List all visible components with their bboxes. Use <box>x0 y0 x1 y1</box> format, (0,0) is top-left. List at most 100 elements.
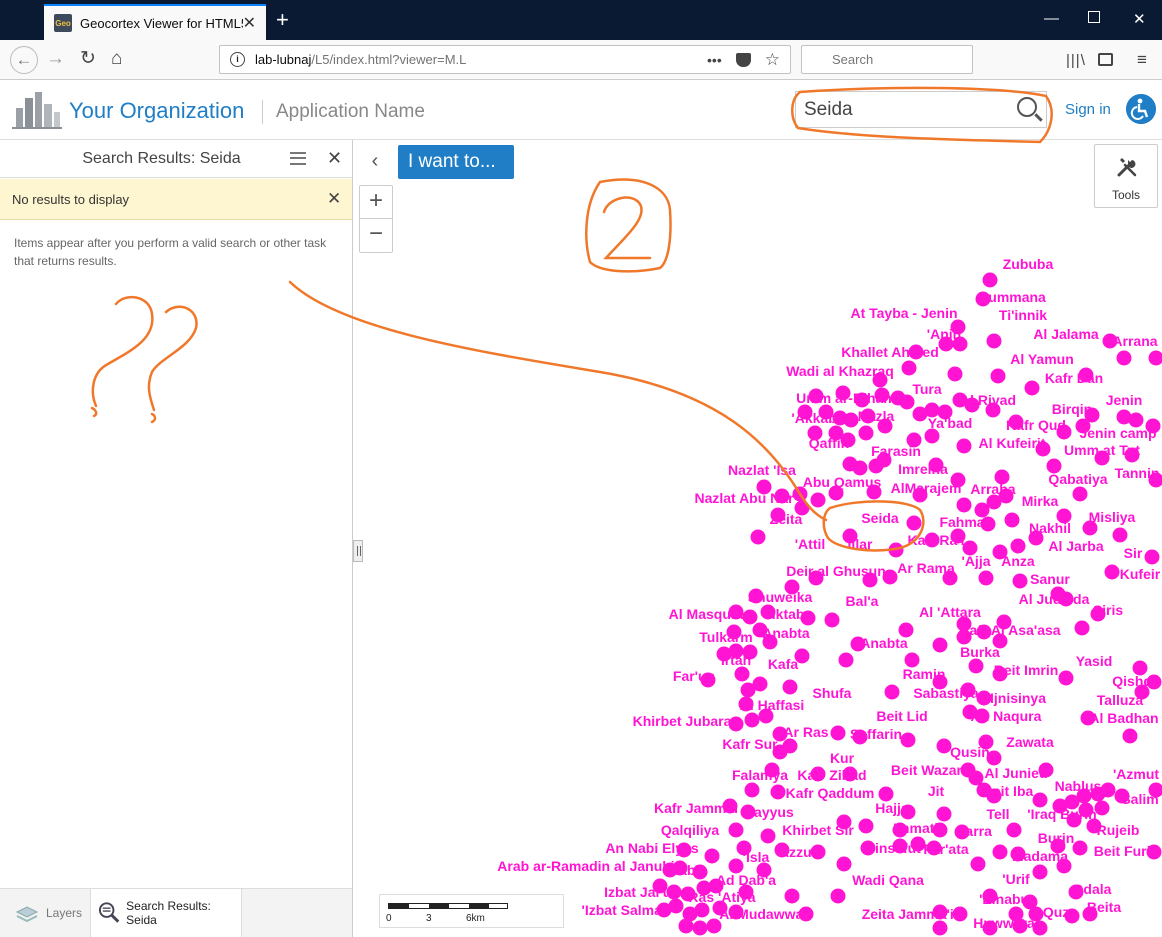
tools-button[interactable]: Tools <box>1094 144 1158 208</box>
place-point-marker[interactable] <box>692 920 708 936</box>
place-point-marker[interactable] <box>830 888 846 904</box>
new-tab-icon[interactable]: + <box>276 8 289 32</box>
close-window-icon[interactable]: ✕ <box>1133 10 1146 28</box>
place-point-marker[interactable] <box>901 360 917 376</box>
place-point-marker[interactable] <box>782 679 798 695</box>
place-point-marker[interactable] <box>678 918 694 934</box>
forward-icon[interactable]: → <box>46 48 65 70</box>
map-view[interactable]: ‹ I want to... + − Tools Zububa Rummana At… <box>353 140 1162 937</box>
place-point-marker[interactable] <box>838 652 854 668</box>
place-point-marker[interactable] <box>1112 527 1128 543</box>
place-point-marker[interactable] <box>956 438 972 454</box>
place-point-marker[interactable] <box>1100 782 1116 798</box>
back-icon[interactable]: ← <box>10 46 38 74</box>
close-tab-icon[interactable]: ✕ <box>243 13 256 33</box>
tab-layers[interactable]: Layers <box>14 889 82 937</box>
maximize-window-icon[interactable] <box>1088 11 1100 23</box>
place-point-marker[interactable] <box>784 888 800 904</box>
place-point-marker[interactable] <box>742 609 758 625</box>
place-point-marker[interactable] <box>734 666 750 682</box>
place-point-marker[interactable] <box>1122 728 1138 744</box>
i-want-to-button[interactable]: I want to... <box>398 145 514 179</box>
collapse-panel-chevron-left-icon[interactable]: ‹ <box>361 148 389 176</box>
place-point-marker[interactable] <box>744 782 760 798</box>
place-point-marker[interactable] <box>888 542 904 558</box>
zoom-out-button[interactable]: − <box>360 219 392 252</box>
place-point-marker[interactable] <box>836 856 852 872</box>
place-point-marker[interactable] <box>1012 573 1028 589</box>
place-point-marker[interactable] <box>750 529 766 545</box>
place-point-marker[interactable] <box>906 515 922 531</box>
place-point-marker[interactable] <box>810 492 826 508</box>
place-point-marker[interactable] <box>1004 512 1020 528</box>
search-icon[interactable] <box>1017 97 1037 117</box>
close-panel-icon[interactable]: ✕ <box>327 148 342 169</box>
place-point-marker[interactable] <box>990 368 1006 384</box>
place-point-marker[interactable] <box>770 784 786 800</box>
minimize-window-icon[interactable]: — <box>1044 10 1059 27</box>
place-point-marker[interactable] <box>900 732 916 748</box>
place-point-marker[interactable] <box>1032 920 1048 936</box>
sidebar-icon[interactable] <box>1098 53 1113 66</box>
place-point-marker[interactable] <box>1072 486 1088 502</box>
reload-icon[interactable]: ↻ <box>80 48 96 70</box>
url-bar[interactable]: i lab-lubnaj/L5/index.html?viewer=M.L ••… <box>219 45 791 74</box>
browser-search-input[interactable] <box>801 45 973 74</box>
place-point-marker[interactable] <box>1010 538 1026 554</box>
place-point-marker[interactable] <box>1032 864 1048 880</box>
library-icon[interactable]: |||\ <box>1066 50 1086 72</box>
place-point-marker[interactable] <box>744 712 760 728</box>
zoom-in-button[interactable]: + <box>360 186 392 219</box>
place-point-marker[interactable] <box>760 828 776 844</box>
sign-in-link[interactable]: Sign in <box>1065 101 1111 118</box>
place-point-marker[interactable] <box>782 738 798 754</box>
place-point-marker[interactable] <box>668 898 684 914</box>
place-point-marker[interactable] <box>932 637 948 653</box>
tab-search-results[interactable]: Search Results: Seida <box>90 889 242 937</box>
place-point-marker[interactable] <box>932 920 948 936</box>
place-label: Hajja <box>875 800 909 816</box>
panel-resize-handle[interactable] <box>353 540 363 562</box>
home-icon[interactable]: ⌂ <box>111 48 122 70</box>
place-point-marker[interactable] <box>1094 800 1110 816</box>
place-point-marker[interactable] <box>992 844 1008 860</box>
place-point-marker[interactable] <box>1074 620 1090 636</box>
place-point-marker[interactable] <box>728 822 744 838</box>
place-point-marker[interactable] <box>884 684 900 700</box>
place-point-marker[interactable] <box>1148 350 1162 366</box>
place-point-marker[interactable] <box>1058 670 1074 686</box>
place-point-marker[interactable] <box>982 272 998 288</box>
place-point-marker[interactable] <box>970 856 986 872</box>
place-point-marker[interactable] <box>830 725 846 741</box>
place-point-marker[interactable] <box>858 818 874 834</box>
app-search-input[interactable] <box>795 91 1047 128</box>
browser-tab-active[interactable]: Geo Geocortex Viewer for HTML5 ✕ <box>44 4 266 40</box>
place-point-marker[interactable] <box>824 612 840 628</box>
place-point-marker[interactable] <box>1072 840 1088 856</box>
hamburger-menu-icon[interactable]: ≡ <box>1137 49 1147 71</box>
place-point-marker[interactable] <box>1024 380 1040 396</box>
place-point-marker[interactable] <box>1104 564 1120 580</box>
more-actions-icon[interactable]: ••• <box>707 52 722 68</box>
pocket-icon[interactable] <box>735 52 751 67</box>
place-point-marker[interactable] <box>752 676 768 692</box>
page-info-icon[interactable]: i <box>230 52 245 67</box>
organization-name[interactable]: Your Organization <box>69 98 244 124</box>
place-point-marker[interactable] <box>986 333 1002 349</box>
place-point-marker[interactable] <box>1144 549 1160 565</box>
place-point-marker[interactable] <box>1006 822 1022 838</box>
place-label: Madama <box>1011 848 1069 864</box>
place-point-marker[interactable] <box>1116 350 1132 366</box>
place-point-marker[interactable] <box>968 658 984 674</box>
place-point-marker[interactable] <box>843 412 859 428</box>
place-point-marker[interactable] <box>978 570 994 586</box>
list-menu-icon[interactable] <box>290 152 306 165</box>
accessibility-icon[interactable] <box>1126 94 1156 124</box>
bookmark-star-icon[interactable]: ☆ <box>765 51 780 68</box>
place-point-marker[interactable] <box>956 497 972 513</box>
dismiss-banner-icon[interactable]: ✕ <box>327 189 341 209</box>
place-label: Kafr Zibad <box>797 767 867 783</box>
place-point-marker[interactable] <box>858 425 874 441</box>
place-label: Qaffin <box>808 435 850 451</box>
place-point-marker[interactable] <box>947 366 963 382</box>
